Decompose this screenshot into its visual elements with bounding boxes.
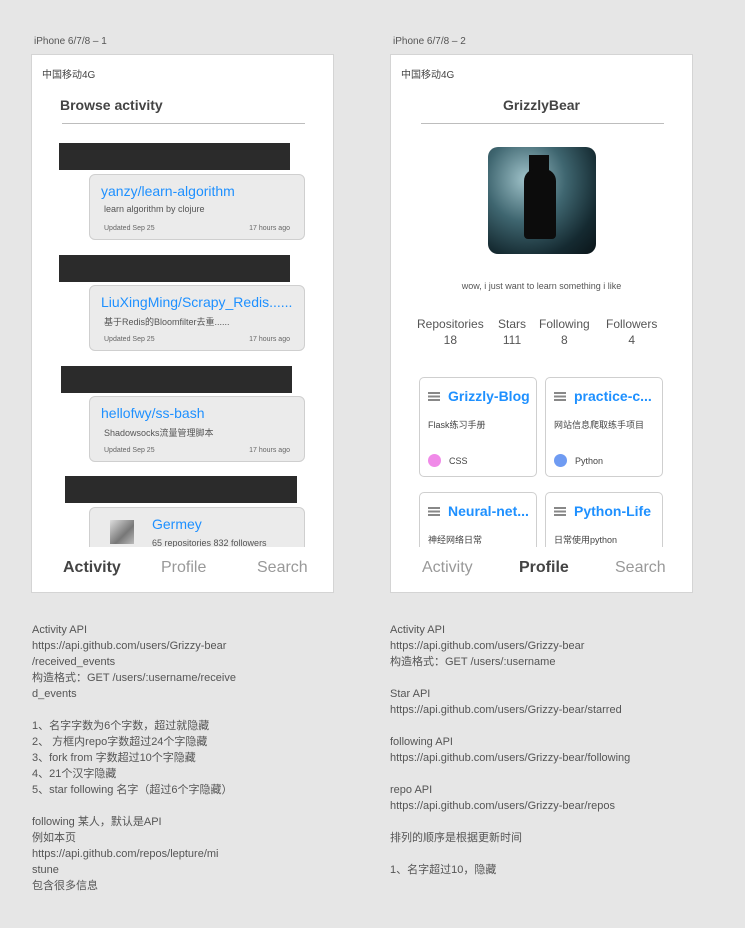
repo-card[interactable]: hellofwy/ss-bash Shadowsocks流量管理脚本 Updat… bbox=[89, 396, 305, 462]
repo-name-link[interactable]: practice-c... bbox=[574, 388, 660, 404]
repo-description: 神经网络日常 bbox=[428, 535, 483, 545]
carrier-label: 中国移动4G bbox=[401, 70, 455, 81]
avatar-figure-shape bbox=[524, 169, 556, 239]
notes-activity: Activity API https://api.github.com/user… bbox=[32, 624, 236, 892]
repo-card[interactable]: practice-c... 网站信息爬取练手项目 Python bbox=[545, 377, 663, 477]
repo-name-link[interactable]: Neural-net... bbox=[448, 503, 534, 519]
redacted-event-header bbox=[59, 143, 290, 170]
title-divider bbox=[62, 123, 305, 124]
stat-repositories[interactable]: Repositories 18 bbox=[417, 317, 484, 347]
stat-label: Following bbox=[539, 317, 590, 331]
tab-profile[interactable]: Profile bbox=[161, 559, 206, 577]
repo-description: Shadowsocks流量管理脚本 bbox=[104, 428, 214, 438]
repo-name-link[interactable]: Grizzly-Blog bbox=[448, 388, 534, 404]
repo-language: CSS bbox=[449, 456, 468, 466]
stat-value: 8 bbox=[561, 333, 568, 347]
tab-bar: Activity Profile Search bbox=[32, 547, 333, 592]
page-title: GrizzlyBear bbox=[502, 97, 581, 113]
user-name-link[interactable]: Germey bbox=[152, 516, 202, 532]
repo-name-link[interactable]: hellofwy/ss-bash bbox=[101, 405, 297, 421]
language-color-dot bbox=[554, 454, 567, 467]
repo-list-icon bbox=[428, 392, 440, 401]
tab-search[interactable]: Search bbox=[257, 559, 308, 577]
repo-list-icon bbox=[428, 507, 440, 516]
redacted-event-header bbox=[61, 366, 292, 393]
repo-time-ago: 17 hours ago bbox=[249, 336, 290, 343]
profile-avatar bbox=[488, 147, 596, 254]
repo-name-link[interactable]: LiuXingMing/Scrapy_Redis...... bbox=[101, 294, 297, 310]
stat-label: Stars bbox=[498, 317, 527, 331]
repo-description: 日常使用python bbox=[554, 535, 618, 545]
stat-following[interactable]: Following 8 bbox=[539, 317, 590, 347]
repo-name-link[interactable]: yanzy/learn-algorithm bbox=[101, 183, 297, 199]
tab-activity[interactable]: Activity bbox=[422, 559, 473, 577]
tab-profile[interactable]: Profile bbox=[519, 559, 569, 577]
repo-list-icon bbox=[554, 507, 566, 516]
repo-language: Python bbox=[575, 456, 604, 466]
repo-card[interactable]: yanzy/learn-algorithm learn algorithm by… bbox=[89, 174, 305, 240]
tab-activity[interactable]: Activity bbox=[63, 559, 121, 577]
repo-updated: Updated Sep 25 bbox=[104, 447, 155, 454]
user-avatar bbox=[110, 520, 134, 544]
redacted-event-header bbox=[65, 476, 297, 503]
stat-label: Followers bbox=[606, 317, 658, 331]
title-divider bbox=[421, 123, 664, 124]
stat-value: 111 bbox=[502, 333, 522, 347]
stat-followers[interactable]: Followers 4 bbox=[606, 317, 657, 347]
profile-screen: 中国移动4G GrizzlyBear wow, i just want to l… bbox=[390, 54, 693, 593]
repo-description: Flask练习手册 bbox=[428, 420, 486, 430]
page-title: Browse activity bbox=[60, 97, 163, 113]
stat-stars[interactable]: Stars 111 bbox=[498, 317, 526, 347]
repo-time-ago: 17 hours ago bbox=[249, 225, 290, 232]
repo-list-icon bbox=[554, 392, 566, 401]
language-color-dot bbox=[428, 454, 441, 467]
repo-time-ago: 17 hours ago bbox=[249, 447, 290, 454]
tab-search[interactable]: Search bbox=[615, 559, 666, 577]
stat-value: 4 bbox=[628, 333, 636, 347]
repo-name-link[interactable]: Python-Life bbox=[574, 503, 660, 519]
artboard-label-profile: iPhone 6/7/8 – 2 bbox=[393, 36, 466, 47]
repo-updated: Updated Sep 25 bbox=[104, 225, 155, 232]
repo-card[interactable]: LiuXingMing/Scrapy_Redis...... 基于Redis的B… bbox=[89, 285, 305, 351]
repo-updated: Updated Sep 25 bbox=[104, 336, 155, 343]
profile-bio: wow, i just want to learn something i li… bbox=[461, 281, 622, 291]
tab-bar: Activity Profile Search bbox=[391, 547, 692, 592]
stat-label: Repositories bbox=[417, 317, 484, 331]
activity-screen: 中国移动4G Browse activity yanzy/learn-algor… bbox=[31, 54, 334, 593]
carrier-label: 中国移动4G bbox=[42, 70, 96, 81]
repo-description: learn algorithm by clojure bbox=[104, 204, 205, 214]
stat-value: 18 bbox=[443, 333, 458, 347]
repo-card[interactable]: Grizzly-Blog Flask练习手册 CSS bbox=[419, 377, 537, 477]
repo-description: 基于Redis的Bloomfilter去重...... bbox=[104, 317, 230, 327]
repo-description: 网站信息爬取练手项目 bbox=[554, 420, 645, 430]
notes-profile: Activity API https://api.github.com/user… bbox=[390, 624, 631, 876]
artboard-label-activity: iPhone 6/7/8 – 1 bbox=[34, 36, 107, 47]
redacted-event-header bbox=[59, 255, 290, 282]
